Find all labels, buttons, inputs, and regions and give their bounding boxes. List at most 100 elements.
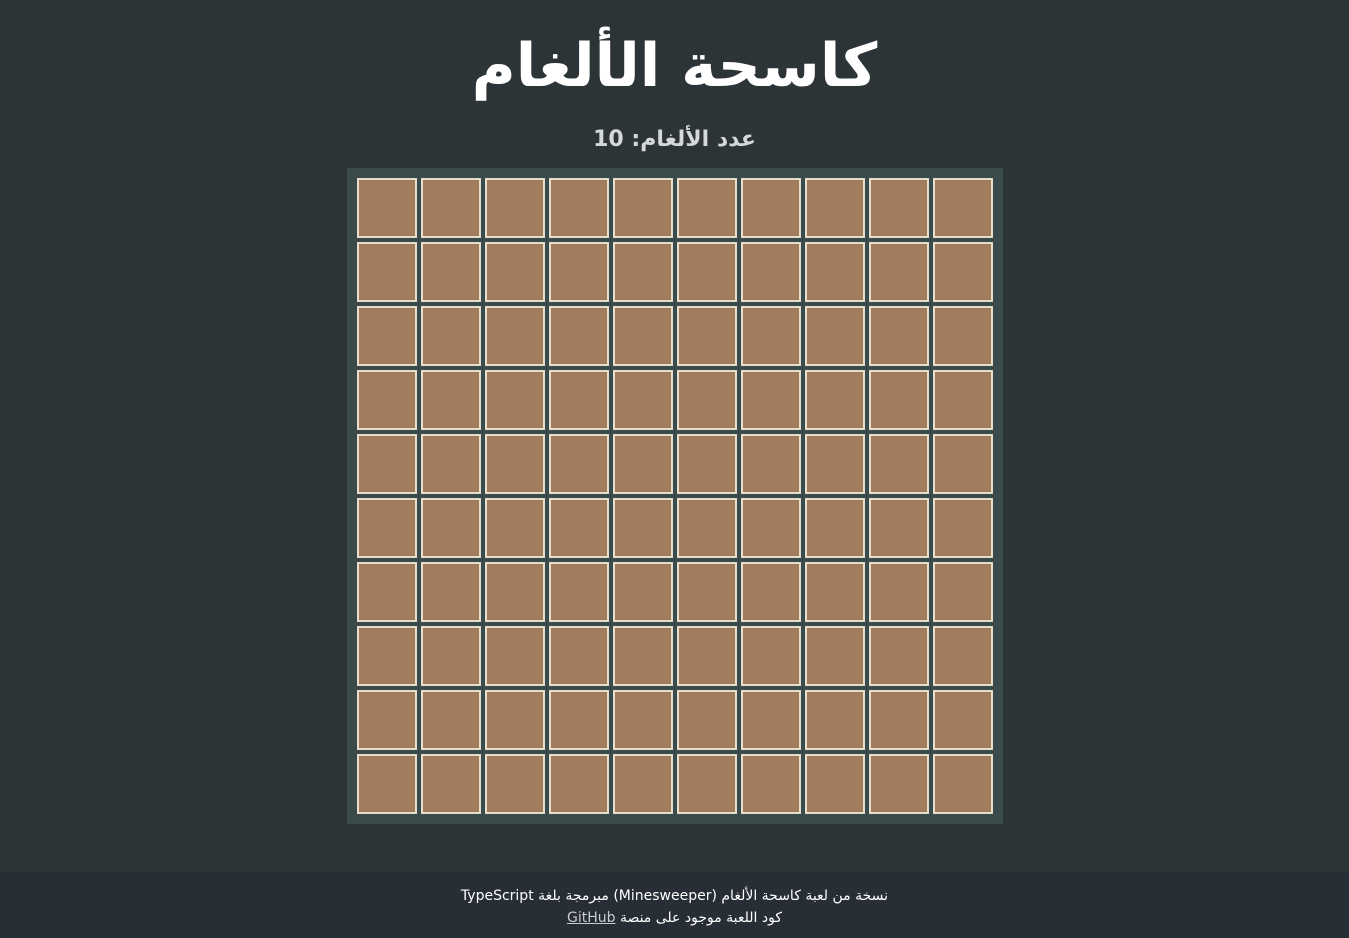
- board-cell[interactable]: [869, 306, 929, 366]
- board-cell[interactable]: [421, 306, 481, 366]
- board-cell[interactable]: [677, 562, 737, 622]
- board-cell[interactable]: [677, 690, 737, 750]
- board-cell[interactable]: [677, 434, 737, 494]
- board-cell[interactable]: [805, 626, 865, 686]
- board-cell[interactable]: [741, 498, 801, 558]
- board-cell[interactable]: [677, 498, 737, 558]
- board-cell[interactable]: [741, 306, 801, 366]
- board-cell[interactable]: [357, 754, 417, 814]
- board-cell[interactable]: [677, 754, 737, 814]
- board-cell[interactable]: [933, 434, 993, 494]
- board-cell[interactable]: [677, 370, 737, 430]
- board-cell[interactable]: [869, 626, 929, 686]
- board-cell[interactable]: [933, 498, 993, 558]
- board-cell[interactable]: [357, 434, 417, 494]
- board-cell[interactable]: [485, 754, 545, 814]
- board-cell[interactable]: [549, 626, 609, 686]
- board-cell[interactable]: [677, 242, 737, 302]
- board-cell[interactable]: [933, 690, 993, 750]
- board-cell[interactable]: [869, 562, 929, 622]
- board-cell[interactable]: [549, 306, 609, 366]
- board-cell[interactable]: [357, 242, 417, 302]
- board-cell[interactable]: [805, 754, 865, 814]
- board-cell[interactable]: [933, 178, 993, 238]
- board-cell[interactable]: [549, 498, 609, 558]
- board-cell[interactable]: [613, 754, 673, 814]
- board-cell[interactable]: [805, 562, 865, 622]
- board-cell[interactable]: [677, 306, 737, 366]
- board-cell[interactable]: [805, 690, 865, 750]
- board-cell[interactable]: [549, 242, 609, 302]
- board-cell[interactable]: [677, 178, 737, 238]
- board-cell[interactable]: [549, 754, 609, 814]
- board-cell[interactable]: [421, 626, 481, 686]
- board-cell[interactable]: [933, 242, 993, 302]
- board-cell[interactable]: [741, 370, 801, 430]
- board-cell[interactable]: [485, 370, 545, 430]
- board-cell[interactable]: [421, 434, 481, 494]
- board-cell[interactable]: [933, 562, 993, 622]
- board-cell[interactable]: [357, 306, 417, 366]
- board-cell[interactable]: [357, 498, 417, 558]
- board-cell[interactable]: [613, 306, 673, 366]
- board-cell[interactable]: [485, 498, 545, 558]
- board-cell[interactable]: [421, 498, 481, 558]
- board-cell[interactable]: [421, 562, 481, 622]
- board-cell[interactable]: [357, 626, 417, 686]
- board-cell[interactable]: [421, 370, 481, 430]
- board-cell[interactable]: [421, 178, 481, 238]
- board-cell[interactable]: [805, 178, 865, 238]
- board-cell[interactable]: [549, 370, 609, 430]
- board-cell[interactable]: [613, 178, 673, 238]
- board-cell[interactable]: [613, 498, 673, 558]
- board-cell[interactable]: [805, 434, 865, 494]
- board-cell[interactable]: [549, 178, 609, 238]
- board-cell[interactable]: [613, 370, 673, 430]
- board-cell[interactable]: [677, 626, 737, 686]
- board-cell[interactable]: [933, 370, 993, 430]
- board-cell[interactable]: [869, 498, 929, 558]
- board-cell[interactable]: [741, 626, 801, 686]
- board-cell[interactable]: [549, 690, 609, 750]
- board-cell[interactable]: [485, 242, 545, 302]
- board-cell[interactable]: [805, 370, 865, 430]
- board-cell[interactable]: [741, 178, 801, 238]
- board-cell[interactable]: [741, 562, 801, 622]
- github-link[interactable]: GitHub: [567, 910, 616, 926]
- board-cell[interactable]: [421, 690, 481, 750]
- board-cell[interactable]: [741, 242, 801, 302]
- board-cell[interactable]: [869, 690, 929, 750]
- board-cell[interactable]: [613, 626, 673, 686]
- board-cell[interactable]: [805, 498, 865, 558]
- board-cell[interactable]: [485, 178, 545, 238]
- board-cell[interactable]: [357, 690, 417, 750]
- board-cell[interactable]: [549, 562, 609, 622]
- board-cell[interactable]: [805, 306, 865, 366]
- board-cell[interactable]: [613, 690, 673, 750]
- board-cell[interactable]: [485, 434, 545, 494]
- board-cell[interactable]: [485, 690, 545, 750]
- board-cell[interactable]: [485, 306, 545, 366]
- board-cell[interactable]: [485, 626, 545, 686]
- board-cell[interactable]: [869, 370, 929, 430]
- board-cell[interactable]: [741, 754, 801, 814]
- board-cell[interactable]: [613, 434, 673, 494]
- board-cell[interactable]: [805, 242, 865, 302]
- board-cell[interactable]: [933, 626, 993, 686]
- board-cell[interactable]: [357, 562, 417, 622]
- board-cell[interactable]: [357, 178, 417, 238]
- board-cell[interactable]: [869, 178, 929, 238]
- board-cell[interactable]: [869, 242, 929, 302]
- board-cell[interactable]: [933, 306, 993, 366]
- board-cell[interactable]: [933, 754, 993, 814]
- board-cell[interactable]: [421, 754, 481, 814]
- board-cell[interactable]: [741, 690, 801, 750]
- board-cell[interactable]: [613, 562, 673, 622]
- board-cell[interactable]: [741, 434, 801, 494]
- board-cell[interactable]: [357, 370, 417, 430]
- board-cell[interactable]: [613, 242, 673, 302]
- board-cell[interactable]: [485, 562, 545, 622]
- board-cell[interactable]: [549, 434, 609, 494]
- board-cell[interactable]: [421, 242, 481, 302]
- board-cell[interactable]: [869, 434, 929, 494]
